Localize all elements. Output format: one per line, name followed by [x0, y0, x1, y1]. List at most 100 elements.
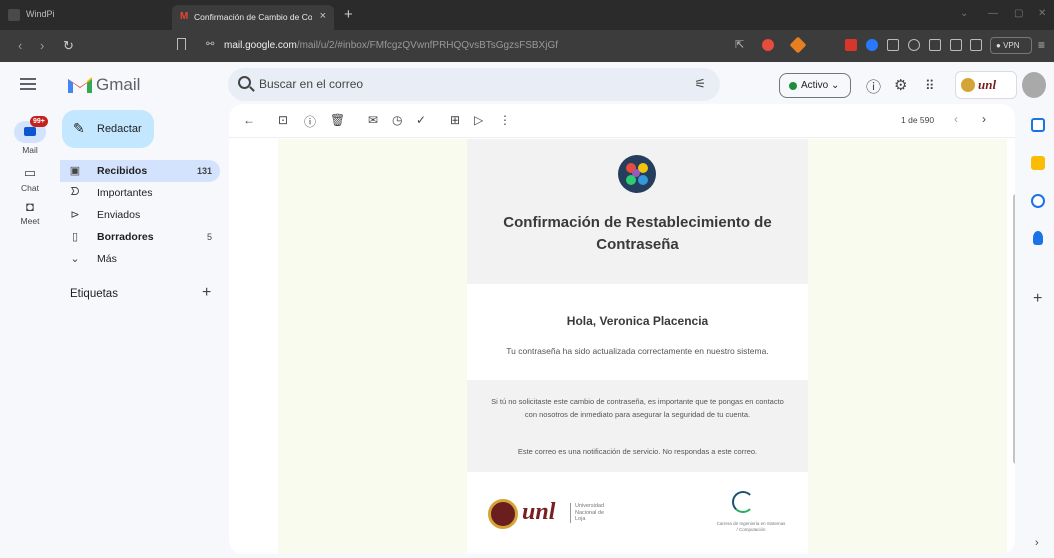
mark-unread-icon[interactable]: ✉ [368, 113, 378, 127]
app-logo-icon [8, 9, 20, 21]
calendar-icon[interactable] [1031, 118, 1045, 132]
email-body: Confirmación de Restablecimiento de Cont… [278, 139, 1007, 554]
move-to-icon[interactable]: ⊞ [450, 113, 460, 127]
share-icon[interactable]: ⇱ [735, 38, 744, 51]
send-icon: ⊳ [70, 209, 80, 221]
inbox-icon: ▣ [69, 165, 81, 177]
report-spam-icon[interactable]: ⓘ [304, 113, 316, 130]
email-greeting: Hola, Veronica Placencia [566, 314, 709, 328]
extension-m-icon[interactable] [845, 39, 857, 51]
meet-icon: ◘ [26, 199, 34, 214]
address-bar-row: ‹ › ↻ ⚯ mail.google.com/mail/u/2/#inbox/… [0, 30, 1054, 62]
contacts-icon[interactable] [1033, 231, 1043, 245]
nav-item-label: Importantes [97, 187, 153, 199]
nav-item-label: Más [97, 253, 117, 265]
keep-icon[interactable] [1031, 156, 1045, 170]
gmail-favicon-icon: M [180, 11, 189, 22]
search-input[interactable]: Buscar en el correo [259, 77, 363, 91]
main-menu-icon[interactable] [20, 78, 36, 90]
url-field[interactable]: ⚯ mail.google.com/mail/u/2/#inbox/FMfcgz… [196, 35, 714, 57]
label-icon[interactable]: ▷ [474, 113, 483, 127]
more-options-icon[interactable]: ⋮ [499, 113, 511, 127]
snooze-icon[interactable]: ◷ [392, 113, 402, 127]
university-logo: unl Universidad Nacional de Loja [488, 495, 608, 535]
status-dot-icon [789, 82, 797, 90]
get-addons-button[interactable]: + [1033, 290, 1042, 308]
rewards-icon[interactable] [789, 36, 807, 54]
vpn-button[interactable]: ● VPN [990, 37, 1032, 54]
nav-item-drafts[interactable]: ▯ Borradores 5 [60, 226, 220, 248]
search-options-icon[interactable]: ⚟ [694, 76, 706, 92]
warning-section: Si tú no solicitaste este cambio de cont… [467, 380, 808, 472]
account-avatar[interactable] [1022, 72, 1046, 98]
shields-icon[interactable] [762, 39, 774, 51]
apps-icon[interactable]: ⠿ [925, 78, 935, 94]
new-tab-button[interactable]: + [344, 6, 353, 23]
add-label-button[interactable]: + [202, 284, 211, 302]
browser-titlebar: WindPi M Confirmación de Cambio de Co × … [0, 0, 1054, 30]
gmail-logo-icon[interactable] [66, 73, 94, 95]
extension-circle-icon[interactable] [866, 39, 878, 51]
maximize-button[interactable]: ▢ [1014, 8, 1023, 19]
tab-search-icon[interactable]: ⌄ [960, 8, 968, 19]
chat-icon: ▭ [23, 165, 37, 180]
nav-item-more[interactable]: ⌄ Más [60, 248, 220, 270]
rail-meet-label: Meet [20, 216, 40, 226]
scrollbar[interactable] [1013, 194, 1015, 464]
forward-icon[interactable]: › [40, 38, 44, 53]
nav-item-count: 5 [206, 232, 212, 242]
rail-meet[interactable]: ◘ Meet [0, 199, 60, 226]
message-toolbar: ← ⊡ ⓘ 🗑 ✉ ◷ ✓ ⊞ ▷ ⋮ 1 de 590 ‹ › [229, 104, 1015, 138]
tasks-icon[interactable] [1031, 194, 1045, 208]
nav-item-label: Recibidos [97, 165, 148, 177]
newer-icon[interactable]: ‹ [954, 112, 958, 126]
rail-mail-label: Mail [22, 145, 38, 155]
gmail-wordmark: Gmail [96, 75, 141, 94]
compose-button[interactable]: ✎ Redactar [62, 110, 154, 148]
nav-item-sent[interactable]: ⊳ Enviados [60, 204, 220, 226]
rail-mail[interactable]: Mail [0, 121, 60, 155]
unread-badge: 99+ [30, 116, 48, 127]
help-icon[interactable]: ⓘ [866, 76, 881, 97]
sidebar-icon[interactable] [950, 39, 962, 51]
older-icon[interactable]: › [982, 112, 986, 126]
draft-icon: ▯ [71, 231, 79, 243]
email-body-text: Tu contraseña ha sido actualizada correc… [506, 346, 769, 356]
extension-grid-icon[interactable] [887, 39, 899, 51]
email-title: Confirmación de Restablecimiento de Cont… [503, 214, 772, 253]
department-name: Carrera de Ingeniería en Sistemas / Comp… [716, 521, 786, 532]
brand-logo-icon [618, 155, 656, 193]
wallet-icon[interactable] [970, 39, 982, 51]
nav-item-inbox[interactable]: ▣ Recibidos 131 [60, 160, 220, 182]
nav-item-label: Borradores [97, 231, 154, 243]
browser-tab[interactable]: M Confirmación de Cambio de Co × [172, 5, 334, 30]
labels-heading: Etiquetas [70, 288, 118, 300]
archive-icon[interactable]: ⊡ [278, 113, 288, 127]
close-window-button[interactable]: ✕ [1038, 8, 1046, 19]
show-side-panel-icon[interactable]: › [1035, 537, 1039, 549]
organization-logo[interactable]: unl [955, 71, 1017, 99]
rail-chat[interactable]: ▭ Chat [0, 165, 60, 193]
back-to-inbox-icon[interactable]: ← [243, 113, 255, 127]
nav-item-important[interactable]: ᗤ Importantes [60, 182, 220, 204]
back-icon[interactable]: ‹ [18, 38, 22, 53]
notice-text: Este correo es una notificación de servi… [517, 447, 758, 456]
settings-icon[interactable]: ⚙ [894, 76, 907, 94]
pagination-text: 1 de 590 [901, 115, 935, 125]
search-icon[interactable] [238, 76, 251, 89]
media-icon[interactable] [929, 39, 941, 51]
bookmark-icon[interactable] [177, 38, 186, 50]
add-task-icon[interactable]: ✓ [416, 113, 426, 127]
vpn-label: VPN [1003, 41, 1020, 50]
extension-puzzle-icon[interactable] [908, 39, 920, 51]
close-tab-icon[interactable]: × [320, 10, 326, 22]
pencil-icon: ✎ [73, 120, 85, 136]
delete-icon[interactable]: 🗑 [330, 113, 345, 127]
site-settings-icon[interactable]: ⚯ [206, 39, 214, 50]
minimize-button[interactable]: — [988, 8, 998, 19]
browser-menu-icon[interactable]: ≡ [1038, 38, 1045, 52]
reload-icon[interactable]: ↻ [63, 38, 74, 54]
status-selector[interactable]: Activo ⌄ [779, 73, 851, 98]
nav-item-count: 131 [196, 166, 212, 176]
search-bar[interactable]: Buscar en el correo ⚟ [228, 68, 720, 101]
